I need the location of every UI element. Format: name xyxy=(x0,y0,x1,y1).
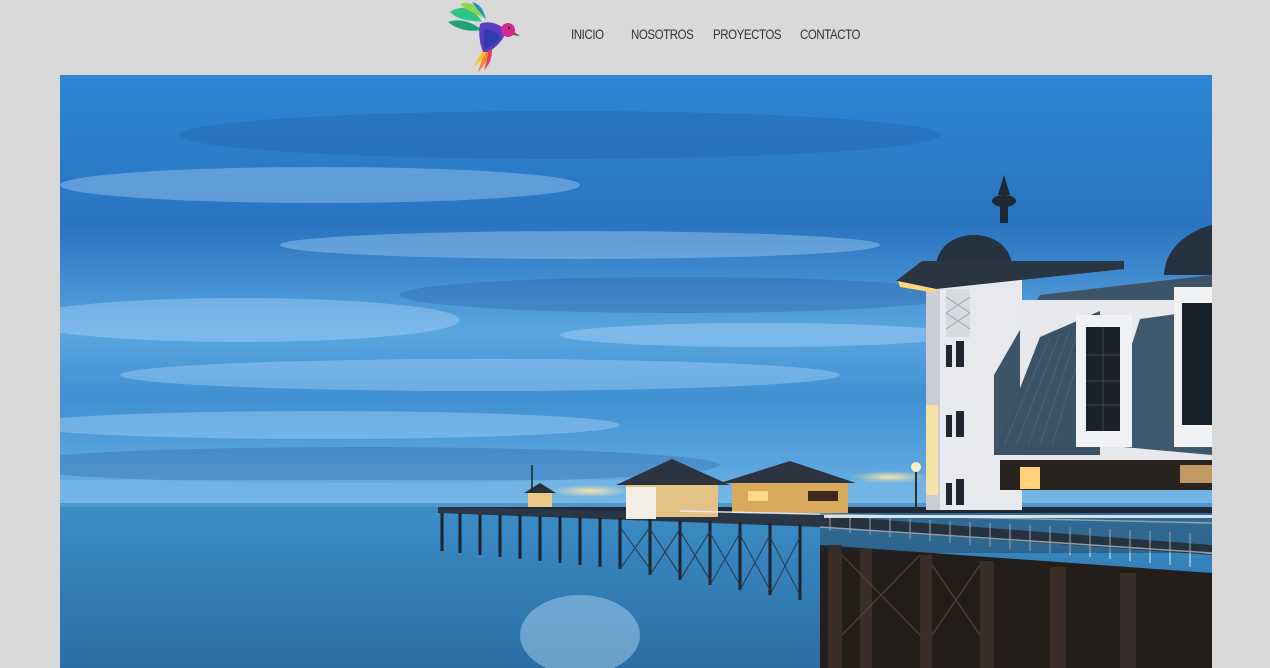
nav-item-contacto[interactable]: CONTACTO xyxy=(800,26,860,42)
site-header: INICIO NOSOTROS PROYECTOS CONTACTO xyxy=(0,0,1270,75)
pier-at-dusk-photo xyxy=(60,75,1212,668)
hero-image xyxy=(60,75,1212,668)
nav-item-nosotros[interactable]: NOSOTROS xyxy=(631,26,694,42)
nav-item-proyectos[interactable]: PROYECTOS xyxy=(713,26,782,42)
nav-item-inicio[interactable]: INICIO xyxy=(571,26,604,42)
hummingbird-logo-icon[interactable] xyxy=(444,0,520,72)
